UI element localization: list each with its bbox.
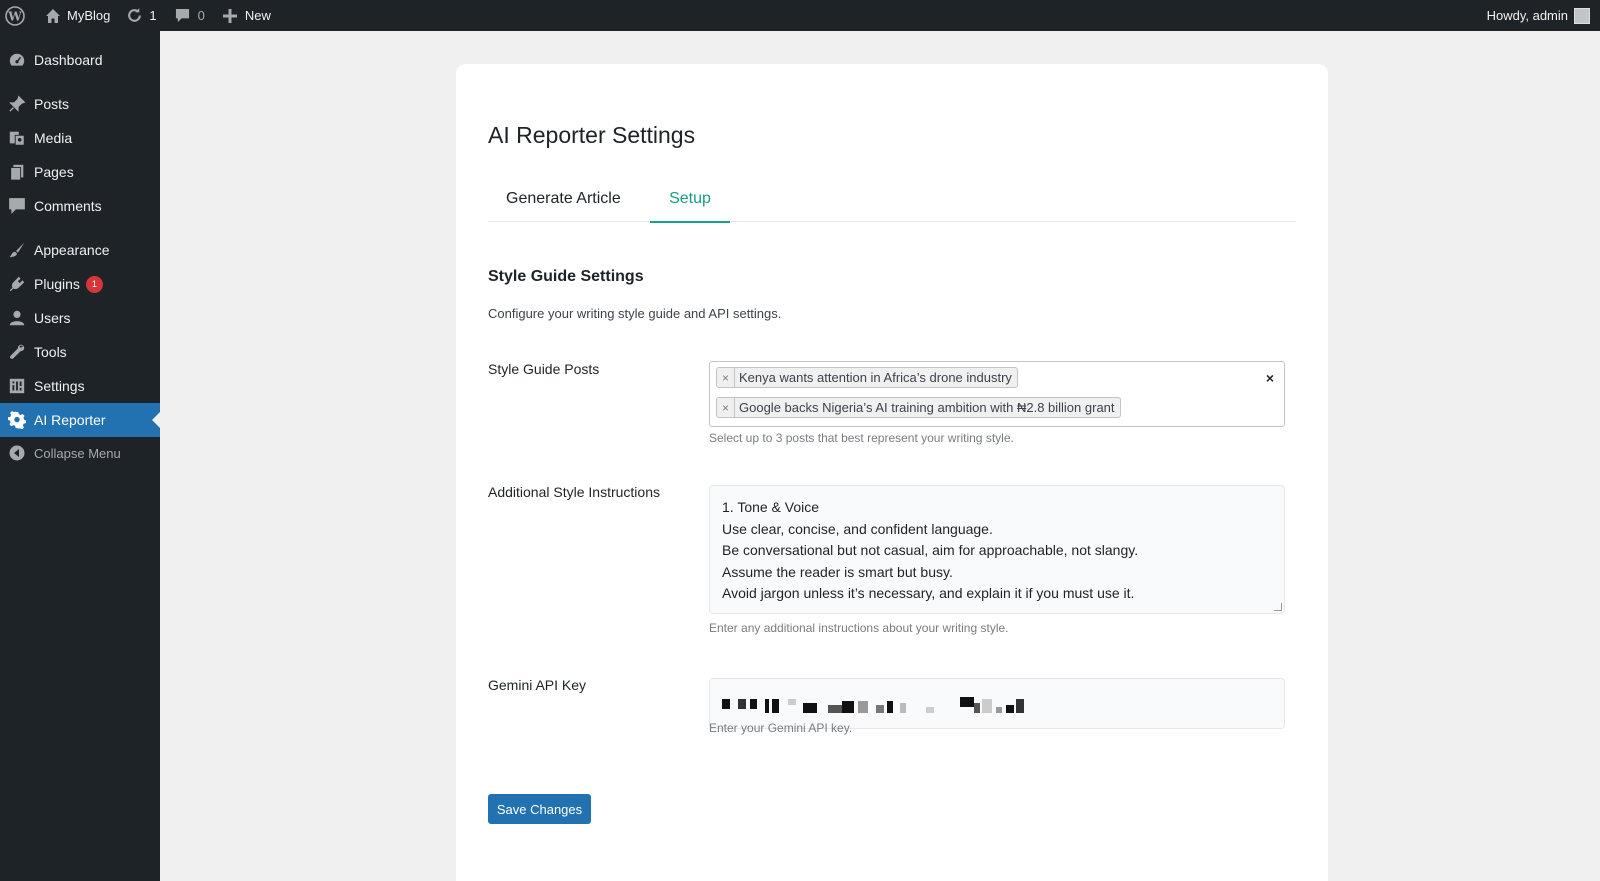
avatar: [1574, 7, 1590, 24]
plus-icon: [222, 8, 237, 23]
selected-post-tag: × Kenya wants attention in Africa’s dron…: [716, 367, 1018, 388]
remove-tag-button[interactable]: ×: [717, 398, 735, 417]
wrench-icon: [0, 343, 34, 361]
sidebar-item-label: Users: [34, 310, 71, 326]
wordpress-icon: W: [5, 5, 25, 26]
sidebar-item-plugins[interactable]: Plugins 1: [0, 267, 160, 301]
sidebar-item-label: AI Reporter: [34, 412, 106, 428]
sidebar-item-label: Pages: [34, 164, 74, 180]
sidebar-item-label: Settings: [34, 378, 85, 394]
sidebar-item-settings[interactable]: Settings: [0, 369, 160, 403]
style-guide-posts-select[interactable]: × Kenya wants attention in Africa’s dron…: [709, 361, 1285, 427]
pages-icon: [0, 163, 34, 181]
comment-icon: [175, 8, 190, 23]
gear-icon: [0, 411, 34, 429]
style-guide-posts-label: Style Guide Posts: [488, 361, 600, 377]
tab-setup[interactable]: Setup: [650, 182, 730, 223]
updates-count: 1: [149, 8, 157, 23]
collapse-icon: [0, 445, 34, 461]
my-account[interactable]: Howdy, admin: [1487, 0, 1590, 31]
media-icon: [0, 129, 34, 147]
sidebar-item-label: Plugins: [34, 276, 80, 292]
updates-link[interactable]: 1: [126, 0, 157, 31]
style-instructions-textarea[interactable]: 1. Tone & Voice Use clear, concise, and …: [709, 485, 1285, 614]
textarea-line: Be conversational but not casual, aim fo…: [722, 542, 1139, 558]
site-name: MyBlog: [67, 8, 111, 23]
section-title: Style Guide Settings: [488, 268, 644, 285]
comment-icon: [0, 197, 34, 215]
tag-label: Kenya wants attention in Africa’s drone …: [739, 370, 1012, 385]
sidebar-item-posts[interactable]: Posts: [0, 87, 160, 121]
textarea-line: Use clear, concise, and confident langua…: [722, 520, 993, 537]
comments-link[interactable]: 0: [175, 0, 205, 31]
pin-icon: [0, 95, 34, 113]
sidebar-item-label: Dashboard: [34, 52, 103, 68]
tag-label: Google backs Nigeria’s AI training ambit…: [739, 400, 1115, 415]
collapse-menu-button[interactable]: Collapse Menu: [0, 436, 160, 470]
howdy-text: Howdy, admin: [1486, 8, 1568, 23]
style-guide-posts-help: Select up to 3 posts that best represent…: [709, 431, 1014, 445]
save-changes-button[interactable]: Save Changes: [488, 794, 591, 824]
gemini-api-key-help: Enter your Gemini API key.: [709, 721, 853, 735]
svg-text:W: W: [7, 9, 22, 23]
style-instructions-label: Additional Style Instructions: [488, 484, 660, 500]
wordpress-logo[interactable]: W: [5, 0, 31, 31]
settings-card: AI Reporter Settings Generate Article Se…: [456, 64, 1328, 881]
sidebar-item-label: Collapse Menu: [34, 445, 121, 461]
sidebar-item-pages[interactable]: Pages: [0, 155, 160, 189]
plugins-update-badge: 1: [85, 275, 103, 293]
gemini-api-key-label: Gemini API Key: [488, 677, 587, 693]
selected-post-tag: × Google backs Nigeria’s AI training amb…: [716, 397, 1121, 418]
textarea-line: Avoid jargon unless it’s necessary, and …: [722, 585, 1135, 601]
sidebar-item-label: Appearance: [34, 242, 110, 258]
sidebar-item-ai-reporter[interactable]: AI Reporter: [0, 403, 160, 437]
brush-icon: [0, 241, 34, 259]
admin-sidebar: Dashboard Posts Media Pages Comments App…: [0, 31, 160, 881]
tab-generate-article[interactable]: Generate Article: [506, 182, 621, 222]
refresh-icon: [126, 7, 143, 24]
sidebar-item-label: Comments: [34, 198, 102, 214]
tab-bar: Generate Article Setup: [488, 182, 1296, 223]
style-instructions-help: Enter any additional instructions about …: [709, 621, 1009, 635]
new-label: New: [244, 8, 271, 23]
sidebar-item-comments[interactable]: Comments: [0, 189, 160, 223]
page-title: AI Reporter Settings: [488, 122, 696, 148]
sidebar-item-media[interactable]: Media: [0, 121, 160, 155]
sidebar-item-users[interactable]: Users: [0, 301, 160, 335]
settings-icon: [0, 377, 34, 395]
sidebar-item-tools[interactable]: Tools: [0, 335, 160, 369]
sidebar-item-label: Posts: [34, 96, 70, 112]
dashboard-icon: [0, 51, 34, 69]
new-content-link[interactable]: New: [222, 0, 271, 31]
admin-bar: W MyBlog 1 0 New Howdy, admin: [0, 0, 1600, 31]
site-name-link[interactable]: MyBlog: [45, 0, 110, 31]
textarea-line: Assume the reader is smart but busy.: [722, 563, 953, 580]
user-icon: [0, 309, 34, 327]
sidebar-item-label: Tools: [34, 344, 67, 360]
sidebar-item-dashboard[interactable]: Dashboard: [0, 43, 160, 77]
clear-all-button[interactable]: ×: [1266, 370, 1274, 386]
comments-count: 0: [197, 8, 205, 23]
remove-tag-button[interactable]: ×: [717, 368, 735, 387]
plugin-icon: [0, 275, 34, 293]
resize-handle[interactable]: [1274, 603, 1282, 611]
textarea-line: 1. Tone & Voice: [722, 499, 820, 515]
sidebar-item-label: Media: [34, 130, 73, 146]
section-description: Configure your writing style guide and A…: [488, 306, 782, 321]
home-icon: [45, 8, 61, 24]
sidebar-item-appearance[interactable]: Appearance: [0, 233, 160, 267]
